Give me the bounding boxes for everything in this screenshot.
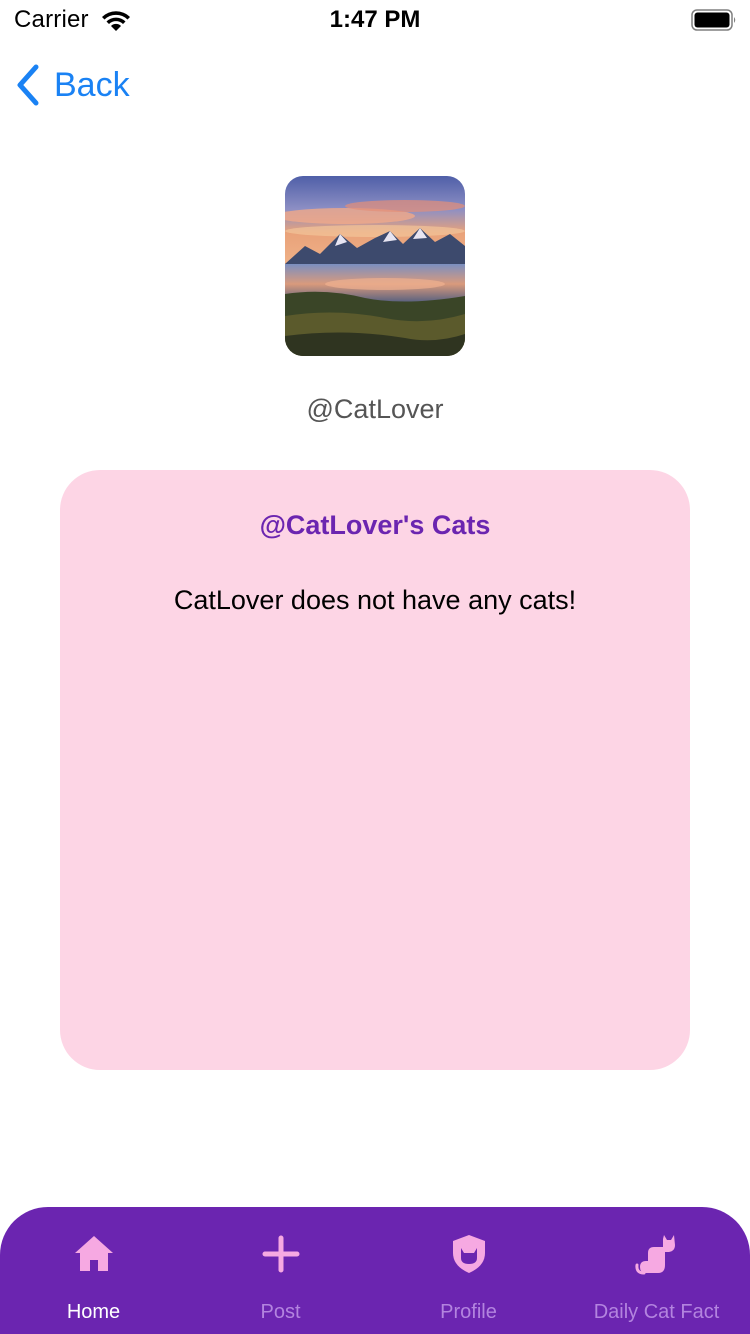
tab-post-label: Post xyxy=(260,1301,301,1323)
tab-bar: Home Post Profile Daily Cat Fact xyxy=(0,1207,750,1334)
clock: 1:47 PM xyxy=(329,6,421,33)
shield-cat-icon xyxy=(452,1235,485,1273)
profile-username: @CatLover xyxy=(306,394,444,424)
back-label: Back xyxy=(54,65,130,104)
tab-home[interactable]: Home xyxy=(0,1207,187,1334)
avatar xyxy=(285,176,465,356)
mountain-lake-photo xyxy=(285,176,465,356)
tab-profile-label: Profile xyxy=(440,1301,497,1323)
tab-profile[interactable]: Profile xyxy=(375,1207,562,1334)
plus-icon xyxy=(262,1235,299,1273)
tab-home-label: Home xyxy=(66,1301,121,1323)
status-bar: Carrier 1:47 PM xyxy=(0,0,750,40)
tab-daily-cat-fact-label: Daily Cat Fact xyxy=(593,1301,720,1323)
cats-card: @CatLover's Cats CatLover does not have … xyxy=(60,470,690,1070)
cats-empty-message: CatLover does not have any cats! xyxy=(173,585,577,615)
home-icon xyxy=(74,1236,113,1271)
cats-card-title: @CatLover's Cats xyxy=(259,510,491,540)
tab-post[interactable]: Post xyxy=(187,1207,374,1334)
battery-icon xyxy=(691,9,736,31)
chevron-left-icon xyxy=(17,64,39,106)
back-button[interactable]: Back xyxy=(14,60,130,110)
cat-icon xyxy=(634,1235,675,1275)
tab-daily-cat-fact[interactable]: Daily Cat Fact xyxy=(563,1207,750,1334)
